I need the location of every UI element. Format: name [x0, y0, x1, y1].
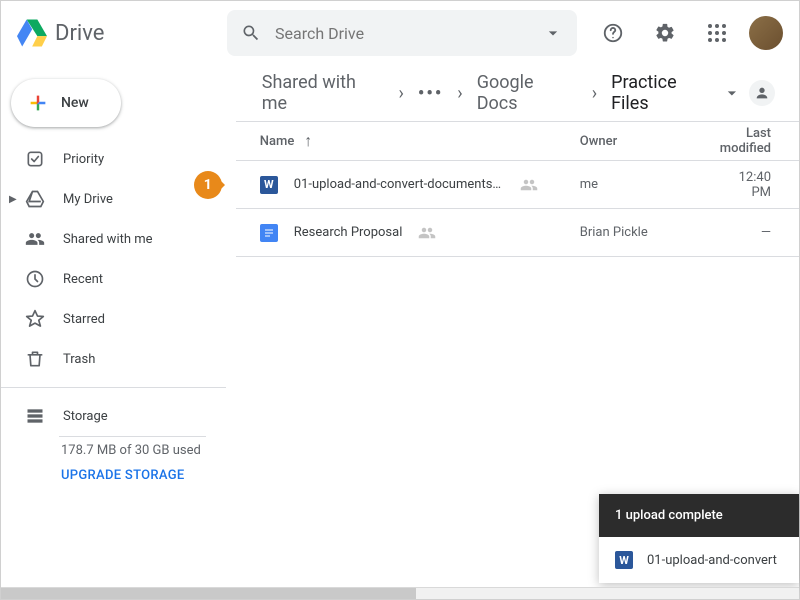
sidebar-item-priority[interactable]: Priority: [1, 139, 226, 179]
sidebar-item-label: Trash: [63, 352, 95, 367]
file-owner: me: [580, 177, 720, 192]
sidebar: New Priority ▶ My Drive Shared with me R…: [1, 65, 236, 599]
dropdown-icon[interactable]: [543, 23, 563, 43]
breadcrumb-overflow[interactable]: •••: [416, 79, 445, 108]
sidebar-item-starred[interactable]: Starred: [1, 299, 226, 339]
plus-icon: [27, 92, 49, 114]
new-button[interactable]: New: [11, 79, 121, 127]
avatar[interactable]: [749, 16, 783, 50]
help-button[interactable]: [593, 13, 633, 53]
person-icon: [754, 85, 770, 101]
help-icon: [602, 22, 624, 44]
sidebar-item-label: My Drive: [63, 192, 113, 207]
shared-icon: [25, 229, 45, 249]
upload-toast[interactable]: 1 upload complete W 01-upload-and-conver…: [599, 494, 799, 583]
sidebar-item-label: Recent: [63, 272, 103, 287]
search-box[interactable]: [227, 10, 577, 56]
column-modified[interactable]: Last modified: [720, 126, 775, 156]
toast-file-name: 01-upload-and-convert: [647, 553, 777, 568]
breadcrumb-current[interactable]: Practice Files: [609, 68, 743, 118]
toast-title: 1 upload complete: [599, 494, 799, 537]
recent-icon: [25, 269, 45, 289]
file-name: 01-upload-and-convert-documents.d…: [294, 177, 504, 192]
drive-logo-icon: [17, 19, 47, 47]
sidebar-item-label: Shared with me: [63, 232, 153, 247]
sort-arrow-icon: ↑: [304, 131, 312, 151]
breadcrumb: Shared with me › ••• › Google Docs › Pra…: [236, 65, 799, 121]
storage-info: 178.7 MB of 30 GB used UPGRADE STORAGE: [1, 436, 226, 483]
priority-icon: [25, 149, 45, 169]
trash-icon: [25, 349, 45, 369]
shared-file-icon: [418, 224, 436, 242]
word-file-icon: W: [260, 176, 278, 194]
sidebar-item-label: Storage: [63, 409, 108, 424]
header-right: [593, 13, 783, 53]
file-modified: —: [720, 225, 775, 240]
expand-icon[interactable]: ▶: [9, 194, 17, 205]
divider: [1, 387, 226, 388]
logo-area[interactable]: Drive: [17, 19, 227, 47]
sidebar-item-trash[interactable]: Trash: [1, 339, 226, 379]
search-icon: [241, 23, 261, 43]
column-name[interactable]: Name ↑: [260, 131, 580, 151]
sidebar-item-storage[interactable]: Storage: [1, 396, 226, 436]
apps-grid-icon: [708, 24, 726, 42]
storage-used: 178.7 MB of 30 GB used: [61, 443, 226, 458]
chevron-right-icon: ›: [586, 83, 603, 104]
header: Drive: [1, 1, 799, 65]
star-icon: [25, 309, 45, 329]
breadcrumb-item[interactable]: Google Docs: [475, 68, 580, 118]
chevron-right-icon: ›: [451, 83, 468, 104]
shared-indicator[interactable]: [749, 80, 775, 106]
file-row[interactable]: Research Proposal Brian Pickle —: [236, 209, 799, 257]
breadcrumb-item[interactable]: Shared with me: [260, 68, 387, 118]
toast-body: W 01-upload-and-convert: [599, 537, 799, 583]
list-header: Name ↑ Owner Last modified: [236, 121, 799, 161]
chevron-down-icon: [722, 83, 742, 103]
new-label: New: [61, 95, 89, 111]
sidebar-item-recent[interactable]: Recent: [1, 259, 226, 299]
shared-file-icon: [520, 176, 538, 194]
chevron-right-icon: ›: [392, 83, 409, 104]
apps-button[interactable]: [697, 13, 737, 53]
gear-icon: [654, 22, 676, 44]
settings-button[interactable]: [645, 13, 685, 53]
app-name: Drive: [55, 21, 104, 46]
callout-marker: 1: [194, 171, 222, 199]
sidebar-item-label: Priority: [63, 152, 104, 167]
search-input[interactable]: [275, 24, 529, 43]
sidebar-item-my-drive[interactable]: ▶ My Drive: [1, 179, 226, 219]
file-row[interactable]: 1 W 01-upload-and-convert-documents.d… m…: [236, 161, 799, 209]
storage-icon: [25, 406, 45, 426]
word-file-icon: W: [615, 551, 633, 569]
file-owner: Brian Pickle: [580, 225, 720, 240]
upgrade-storage-link[interactable]: UPGRADE STORAGE: [61, 468, 226, 483]
horizontal-scrollbar[interactable]: [1, 587, 799, 599]
my-drive-icon: [25, 189, 45, 209]
sidebar-item-label: Starred: [63, 312, 105, 327]
column-owner[interactable]: Owner: [580, 134, 720, 149]
sidebar-item-shared[interactable]: Shared with me: [1, 219, 226, 259]
gdoc-file-icon: [260, 224, 278, 242]
file-modified: 12:40 PM: [720, 170, 775, 200]
file-name: Research Proposal: [294, 225, 403, 240]
